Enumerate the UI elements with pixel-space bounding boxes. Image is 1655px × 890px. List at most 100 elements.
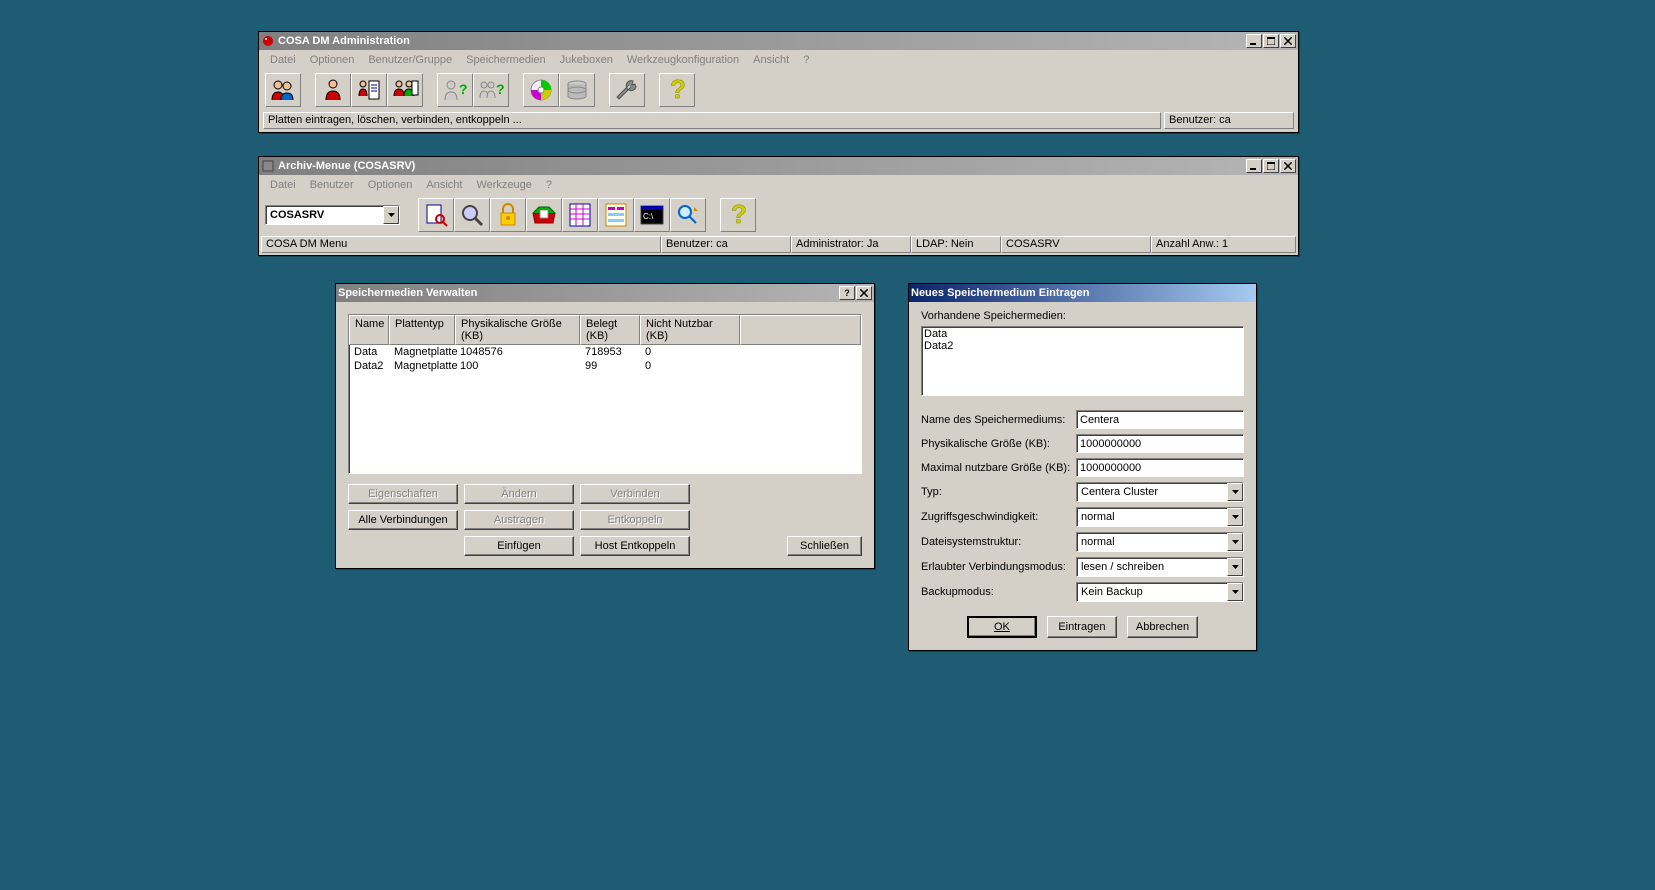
backup-combo[interactable]: Kein Backup xyxy=(1076,582,1244,602)
tool-user-question-icon[interactable]: ? xyxy=(437,73,473,107)
menu-speichermedien[interactable]: Speichermedien xyxy=(459,52,553,68)
tool-user-list-icon[interactable] xyxy=(351,73,387,107)
connect-button[interactable]: Verbinden xyxy=(580,484,690,504)
ok-button[interactable]: OK xyxy=(967,616,1037,638)
properties-button[interactable]: Eigenschaften xyxy=(348,484,458,504)
maximize-button[interactable] xyxy=(1263,159,1279,173)
col-unusable[interactable]: Nicht Nutzbar (KB) xyxy=(640,315,740,345)
menu-help[interactable]: ? xyxy=(539,177,559,193)
tool-help-icon[interactable]: ? xyxy=(720,198,756,232)
tool-help-icon[interactable]: ? xyxy=(659,73,695,107)
col-phys[interactable]: Physikalische Größe (KB) xyxy=(455,315,580,345)
window-archiv-menue: Archiv-Menue (COSASRV) Datei Benutzer Op… xyxy=(258,156,1299,256)
menu-benutzer[interactable]: Benutzer xyxy=(303,177,361,193)
close-button[interactable] xyxy=(1280,34,1296,48)
titlebar-archiv[interactable]: Archiv-Menue (COSASRV) xyxy=(259,157,1298,175)
existing-listbox[interactable]: Data Data2 xyxy=(921,326,1244,396)
change-button[interactable]: Ändern xyxy=(464,484,574,504)
disconnect-button[interactable]: Entkoppeln xyxy=(580,510,690,530)
menu-ansicht[interactable]: Ansicht xyxy=(419,177,469,193)
tool-disc-icon[interactable] xyxy=(523,73,559,107)
status-left: Platten eintragen, löschen, verbinden, e… xyxy=(263,112,1161,129)
menu-werkzeugkonfiguration[interactable]: Werkzeugkonfiguration xyxy=(620,52,746,68)
help-button[interactable]: ? xyxy=(839,286,855,300)
col-used[interactable]: Belegt (KB) xyxy=(580,315,640,345)
name-input[interactable] xyxy=(1076,410,1244,429)
all-connections-button[interactable]: Alle Verbindungen xyxy=(348,510,458,530)
tool-inbox-icon[interactable] xyxy=(526,198,562,232)
minimize-button[interactable] xyxy=(1246,159,1262,173)
tool-lock-icon[interactable] xyxy=(490,198,526,232)
menubar-admin: Datei Optionen Benutzer/Gruppe Speicherm… xyxy=(259,50,1298,70)
app-icon xyxy=(261,34,275,48)
eintragen-button[interactable]: Eintragen xyxy=(1047,616,1117,638)
menu-optionen[interactable]: Optionen xyxy=(303,52,362,68)
host-disconnect-button[interactable]: Host Entkoppeln xyxy=(580,536,690,556)
tool-wrench-icon[interactable] xyxy=(609,73,645,107)
chevron-down-icon xyxy=(1227,558,1243,576)
tool-terminal-icon[interactable]: C:\ xyxy=(634,198,670,232)
table-row[interactable]: Data2 Magnetplatte 100 99 0 xyxy=(349,359,861,373)
tool-database-icon[interactable] xyxy=(559,73,595,107)
chevron-down-icon xyxy=(1227,583,1243,601)
fs-combo[interactable]: normal xyxy=(1076,532,1244,552)
titlebar-verwalten[interactable]: Speichermedien Verwalten ? xyxy=(336,284,874,302)
menu-help[interactable]: ? xyxy=(796,52,816,68)
close-button[interactable] xyxy=(856,286,872,300)
max-size-input[interactable] xyxy=(1076,458,1244,477)
tool-users-icon[interactable] xyxy=(265,73,301,107)
tool-search-tool-icon[interactable] xyxy=(670,198,706,232)
menubar-archiv: Datei Benutzer Optionen Ansicht Werkzeug… xyxy=(259,175,1298,195)
backup-label: Backupmodus: xyxy=(921,586,1076,598)
tool-doc-search-icon[interactable] xyxy=(418,198,454,232)
menu-benutzer-gruppe[interactable]: Benutzer/Gruppe xyxy=(361,52,459,68)
max-label: Maximal nutzbare Größe (KB): xyxy=(921,462,1076,474)
insert-button[interactable]: Einfügen xyxy=(464,536,574,556)
type-combo[interactable]: Centera Cluster xyxy=(1076,482,1244,502)
status-menu: COSA DM Menu xyxy=(261,236,661,253)
titlebar-admin[interactable]: COSA DM Administration xyxy=(259,32,1298,50)
close-dialog-button[interactable]: Schließen xyxy=(787,536,862,556)
close-button[interactable] xyxy=(1280,159,1296,173)
tool-user-red-icon[interactable] xyxy=(315,73,351,107)
title-text: Speichermedien Verwalten xyxy=(338,287,839,299)
status-user: Benutzer: ca xyxy=(1164,112,1294,129)
phys-size-input[interactable] xyxy=(1076,434,1244,453)
toolbar-admin: ? ? ? xyxy=(259,70,1298,110)
speed-combo[interactable]: normal xyxy=(1076,507,1244,527)
title-text: COSA DM Administration xyxy=(278,35,1246,47)
tool-magnify-icon[interactable] xyxy=(454,198,490,232)
minimize-button[interactable] xyxy=(1246,34,1262,48)
list-item[interactable]: Data2 xyxy=(924,340,1241,352)
fs-label: Dateisystemstruktur: xyxy=(921,536,1076,548)
mode-combo[interactable]: lesen / schreiben xyxy=(1076,557,1244,577)
chevron-down-icon xyxy=(1227,483,1243,501)
menu-werkzeuge[interactable]: Werkzeuge xyxy=(469,177,538,193)
abbrechen-button[interactable]: Abbrechen xyxy=(1127,616,1198,638)
menu-ansicht[interactable]: Ansicht xyxy=(746,52,796,68)
menu-jukeboxen[interactable]: Jukeboxen xyxy=(553,52,620,68)
maximize-button[interactable] xyxy=(1263,34,1279,48)
status-ldap: LDAP: Nein xyxy=(911,236,1001,253)
status-admin: Administrator: Ja xyxy=(791,236,911,253)
menu-optionen[interactable]: Optionen xyxy=(361,177,420,193)
col-type[interactable]: Plattentyp xyxy=(389,315,455,345)
remove-button[interactable]: Austragen xyxy=(464,510,574,530)
server-combo[interactable]: COSASRV xyxy=(265,205,400,225)
svg-text:?: ? xyxy=(731,201,747,229)
tool-form-icon[interactable] xyxy=(598,198,634,232)
list-item[interactable]: Data xyxy=(924,328,1241,340)
table-row[interactable]: Data Magnetplatte 1048576 718953 0 xyxy=(349,345,861,359)
svg-text:?: ? xyxy=(459,81,467,97)
col-name[interactable]: Name xyxy=(349,315,389,345)
existing-label: Vorhandene Speichermedien: xyxy=(921,310,1244,322)
chevron-down-icon xyxy=(383,206,399,224)
menu-datei[interactable]: Datei xyxy=(263,177,303,193)
tool-grid-icon[interactable] xyxy=(562,198,598,232)
tool-users-question-icon[interactable]: ? xyxy=(473,73,509,107)
chevron-down-icon xyxy=(1227,508,1243,526)
menu-datei[interactable]: Datei xyxy=(263,52,303,68)
tool-group-icon[interactable] xyxy=(387,73,423,107)
titlebar-neu[interactable]: Neues Speichermedium Eintragen xyxy=(909,284,1256,302)
media-listview[interactable]: Name Plattentyp Physikalische Größe (KB)… xyxy=(348,314,862,474)
